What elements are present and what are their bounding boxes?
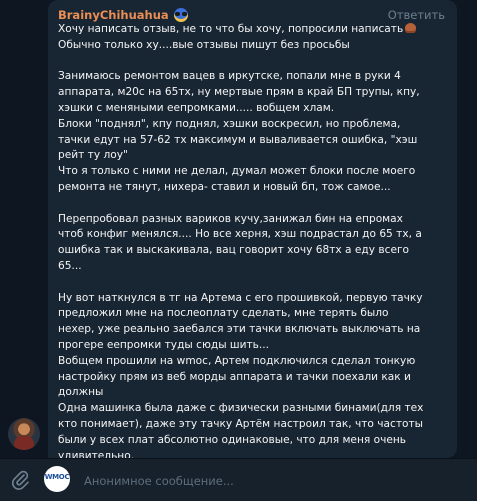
message-line: предложил мне на послеоплату сделать, мн… — [58, 307, 389, 320]
message-line: хэшки с меняными еепромками..... вобщем … — [58, 101, 335, 114]
message-line: Вобщем прошили на wmoc, Артем подключилс… — [58, 354, 416, 367]
message-line: 65... — [58, 259, 82, 272]
message-line: Блоки "поднял", кпу поднял, хэшки воскре… — [58, 117, 401, 130]
channel-avatar[interactable]: WMOC — [44, 466, 70, 492]
message-line: Что я только с ними не делал, думал може… — [58, 165, 416, 178]
message-input[interactable] — [82, 470, 446, 492]
message-line: ошибка так и выскакивала, вац говорит хо… — [58, 244, 410, 257]
message-bubble: BrainyChihuahua Ответить Хочу написать о… — [48, 0, 457, 462]
message-line: Перепробовал разных вариков кучу,занижал… — [58, 212, 403, 225]
channel-avatar-logo: WMOC — [44, 473, 70, 481]
avatar-figure — [14, 436, 34, 450]
sunglasses-emoji-icon — [174, 8, 188, 22]
message-line: тачки едут на 57-62 тх максимум и вывали… — [58, 133, 418, 146]
message-line: Ну вот наткнулся в тг на Артема с его пр… — [58, 291, 423, 304]
message-line: ремонта не тянут, нихера- ставил и новый… — [58, 180, 391, 193]
message-line: кто понимает), даже эту тачку Артём наст… — [58, 417, 424, 430]
message-line: настройку прям из веб морды аппарата и т… — [58, 370, 411, 383]
message-line: Обычно только ху....вые отзывы пишут без… — [58, 38, 350, 51]
message-line: Хочу написать отзыв, не то что бы хочу, … — [58, 23, 404, 35]
paperclip-icon[interactable] — [10, 469, 30, 491]
message-line: должны — [58, 386, 104, 399]
message-line: были у всех плат абсолютно одинаковые, ч… — [58, 433, 407, 446]
message-line: Занимаюсь ремонтом вацев в иркутске, поп… — [58, 70, 401, 83]
message-line: рейт ту лоу" — [58, 149, 128, 162]
message-line: Одна машинка была даже с физически разны… — [58, 402, 424, 415]
poop-emoji-icon — [405, 23, 417, 33]
message-line: чтоб конфиг менялся.... Но все херня, хэ… — [58, 228, 422, 241]
message-line: нехер, уже реально заебался эти тачки вк… — [58, 323, 421, 336]
message-text: Хочу написать отзыв, не то что бы хочу, … — [58, 22, 450, 464]
message-line: аппарата, м20с на 65тх, ну мертвые прям … — [58, 86, 420, 99]
sender-avatar[interactable] — [8, 418, 40, 450]
chat-area: BrainyChihuahua Ответить Хочу написать о… — [0, 0, 477, 462]
message-line: прогере еепромки туды сюды шить... — [58, 338, 270, 351]
